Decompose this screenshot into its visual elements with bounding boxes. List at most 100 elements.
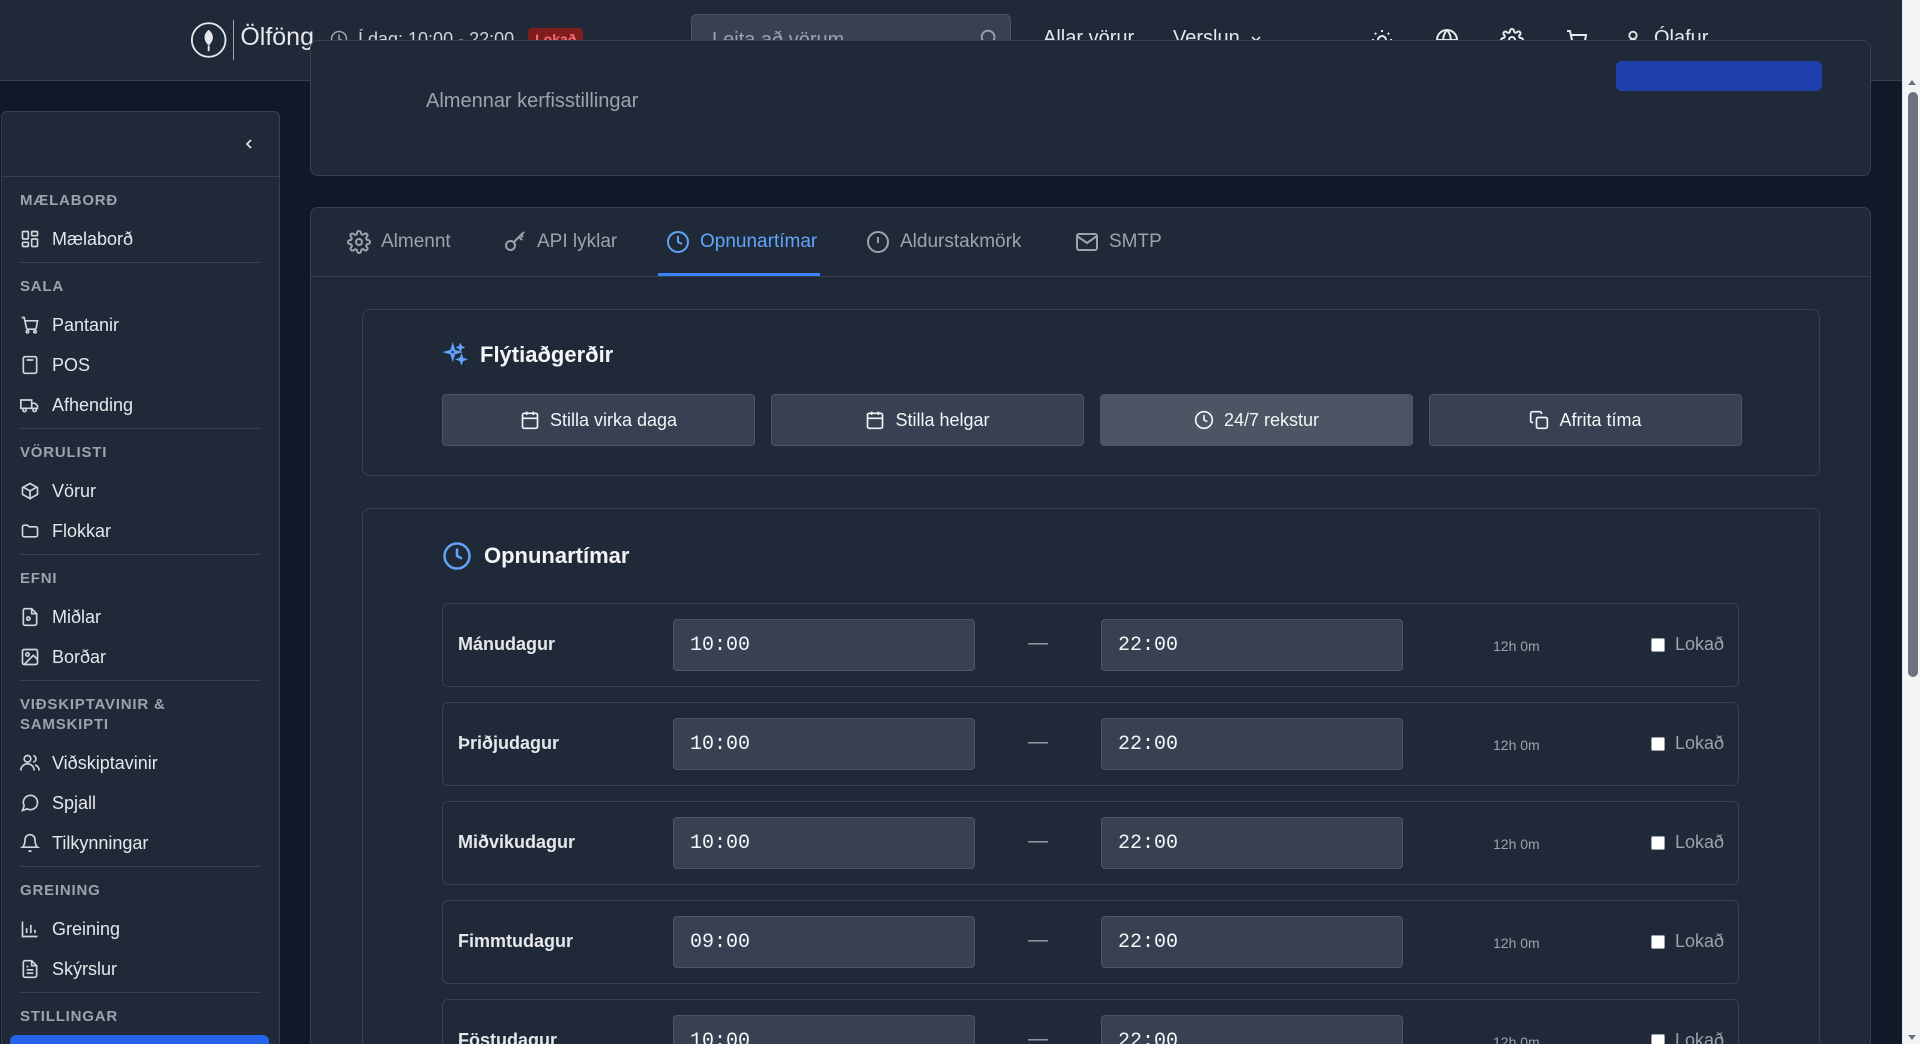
dashboard-icon (21, 230, 39, 248)
always-open-button[interactable]: 24/7 rekstur (1100, 394, 1413, 446)
closed-checkbox[interactable]: Lokað (1651, 1030, 1724, 1044)
sidebar-item-notifications[interactable]: Tilkynningar (20, 831, 148, 855)
closed-label: Lokað (1675, 1030, 1725, 1044)
open-time-input[interactable] (673, 1015, 975, 1044)
sidebar-section-title-line2: SAMSKIPTI (20, 716, 109, 733)
chevron-left-icon[interactable] (241, 136, 257, 152)
mail-icon (1076, 233, 1098, 251)
closed-label: Lokað (1675, 634, 1725, 654)
quick-actions-title: Flýtiaðgerðir (480, 342, 614, 367)
set-weekends-button[interactable]: Stilla helgar (771, 394, 1084, 446)
cart-icon (21, 316, 39, 334)
duration-label: 12h 0m (1493, 836, 1540, 852)
sidebar-divider (20, 680, 260, 681)
checkbox-box[interactable] (1651, 934, 1665, 949)
day-name: Mánudagur (458, 634, 555, 654)
close-time-input[interactable] (1101, 916, 1403, 968)
close-time-input[interactable] (1101, 718, 1403, 770)
time-separator: — (1028, 830, 1048, 852)
day-row-tuesday: Þriðjudagur — 12h 0m Lokað (442, 702, 1739, 786)
chat-icon (21, 794, 39, 812)
brand-logo[interactable]: Ölföng (190, 14, 314, 66)
sidebar-item-label: Flokkar (52, 520, 112, 541)
close-time-input[interactable] (1101, 817, 1403, 869)
clock-icon (443, 542, 471, 570)
page-subtitle: Almennar kerfisstillingar (426, 90, 639, 112)
set-weekdays-button[interactable]: Stilla virka daga (442, 394, 755, 446)
page-scrollbar[interactable] (1902, 0, 1920, 1044)
open-time-input[interactable] (673, 619, 975, 671)
tab-api-keys[interactable]: API lyklar (503, 208, 617, 276)
logo-mark-icon (190, 22, 227, 58)
closed-label: Lokað (1675, 733, 1725, 753)
sidebar-item-banners[interactable]: Borðar (20, 645, 106, 669)
day-name: Fimmtudagur (458, 931, 573, 951)
closed-checkbox[interactable]: Lokað (1651, 733, 1724, 754)
checkbox-box[interactable] (1651, 835, 1665, 850)
day-name: Þriðjudagur (458, 733, 560, 753)
sidebar-item-label: Spjall (52, 792, 97, 813)
checkbox-box[interactable] (1651, 1033, 1665, 1044)
open-time-input[interactable] (673, 817, 975, 869)
button-label: Afrita tíma (1559, 409, 1642, 430)
clock-icon (667, 231, 689, 253)
sidebar-divider (20, 262, 260, 263)
sidebar-item-pos[interactable]: POS (20, 353, 90, 377)
day-row-monday: Mánudagur — 12h 0m Lokað (442, 603, 1739, 687)
image-icon (21, 648, 39, 666)
closed-checkbox[interactable]: Lokað (1651, 832, 1724, 853)
checkbox-box[interactable] (1651, 637, 1665, 652)
bell-icon (20, 833, 40, 853)
users-icon (20, 754, 40, 771)
sidebar-item-products[interactable]: Vörur (20, 479, 96, 503)
button-label: Stilla helgar (895, 409, 990, 430)
scroll-down-arrow[interactable] (1908, 1035, 1916, 1040)
tab-label: SMTP (1109, 231, 1162, 252)
tab-opening-hours[interactable]: Opnunartímar (666, 208, 817, 276)
day-name: Miðvikudagur (458, 832, 576, 852)
sidebar-item-categories[interactable]: Flokkar (20, 519, 111, 543)
sidebar-item-delivery[interactable]: Afhending (20, 393, 133, 417)
close-time-input[interactable] (1101, 1015, 1403, 1044)
tab-smtp[interactable]: SMTP (1075, 208, 1162, 276)
sidebar-item-dashboard[interactable]: Mælaborð (20, 227, 133, 251)
copy-hours-button[interactable]: Afrita tíma (1429, 394, 1742, 446)
scroll-up-arrow[interactable] (1908, 80, 1916, 85)
logo-separator (233, 20, 235, 60)
closed-checkbox[interactable]: Lokað (1651, 931, 1724, 952)
truck-icon (20, 399, 39, 413)
closed-checkbox[interactable]: Lokað (1651, 634, 1724, 655)
sidebar-item-customers[interactable]: Viðskiptavinir (20, 751, 158, 775)
sidebar-item-reports[interactable]: Skýrslur (20, 957, 117, 981)
sidebar-section-analytics: GREINING (20, 882, 101, 899)
checkbox-box[interactable] (1651, 736, 1665, 751)
sidebar-item-label: Afhending (52, 394, 134, 415)
time-separator: — (1028, 632, 1048, 654)
day-row-wednesday: Miðvikudagur — 12h 0m Lokað (442, 801, 1739, 885)
sidebar-item-orders[interactable]: Pantanir (20, 313, 119, 337)
save-button[interactable] (1616, 61, 1822, 91)
sidebar-item-chat[interactable]: Spjall (20, 791, 96, 815)
open-time-input[interactable] (673, 916, 975, 968)
scroll-thumb[interactable] (1908, 92, 1918, 677)
sidebar-item-analytics[interactable]: Greining (20, 917, 120, 941)
duration-label: 12h 0m (1493, 737, 1540, 753)
sidebar-item-settings-active[interactable] (10, 1035, 269, 1044)
open-time-input[interactable] (673, 718, 975, 770)
tab-age-limits[interactable]: Aldurstakmörk (866, 208, 1021, 276)
day-row-thursday: Fimmtudagur — 12h 0m Lokað (442, 900, 1739, 984)
day-row-friday: Föstudagur — 12h 0m Lokað (442, 999, 1739, 1044)
sidebar-item-label: Mælaborð (52, 228, 134, 249)
close-time-input[interactable] (1101, 619, 1403, 671)
active-tab-indicator (658, 273, 820, 276)
sidebar-section-title-line1: VIÐSKIPTAVINIR & (20, 696, 166, 713)
sparkles-icon (442, 342, 468, 366)
opening-hours-heading: Opnunartímar (442, 541, 629, 571)
sidebar-section-customers: VIÐSKIPTAVINIR & SAMSKIPTI (20, 695, 166, 735)
calculator-icon (22, 355, 38, 375)
sidebar-item-media[interactable]: Miðlar (20, 605, 101, 629)
calendar-icon (867, 411, 884, 430)
clock-icon (1194, 410, 1214, 430)
closed-label: Lokað (1675, 832, 1725, 852)
tab-general[interactable]: Almennt (347, 208, 451, 276)
